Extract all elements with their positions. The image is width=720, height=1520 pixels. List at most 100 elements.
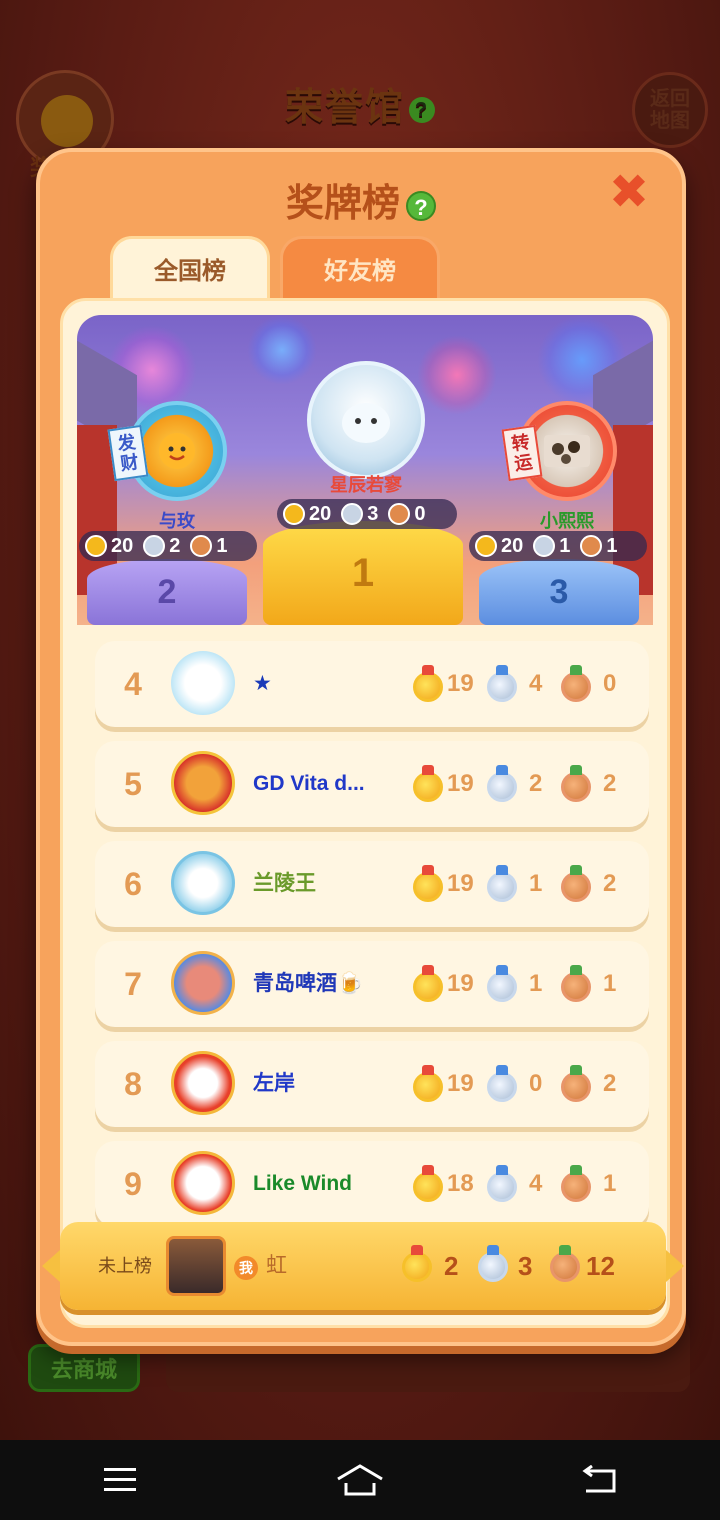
silver-medal-icon — [487, 865, 517, 902]
podium-2-medal-strip: 20 2 1 — [79, 531, 257, 561]
silver-count: 1 — [529, 870, 543, 897]
silver-medal-icon — [478, 1245, 508, 1282]
bronze-count: 2 — [603, 1070, 617, 1097]
my-avatar[interactable] — [166, 1236, 226, 1296]
bronze-medal-icon — [388, 503, 411, 525]
silver-medal-icon — [533, 535, 556, 557]
podium-3-silver: 1 — [559, 534, 571, 557]
silver-count: 4 — [529, 1170, 543, 1197]
gold-medal-icon — [413, 865, 443, 902]
podium-1-name: 星辰若寥 — [330, 475, 402, 495]
podium-1-medal-strip: 20 3 0 — [277, 499, 457, 529]
player-name: 左岸 — [253, 1072, 295, 1095]
bg-hall-title: 荣誉馆? — [0, 76, 720, 131]
leaderboard-panel: 2 1 3 星辰若寥 20 3 0 与玫 20 2 1 小熙熙 20 1 1 发… — [60, 298, 670, 1328]
silver-medal-icon — [487, 1165, 517, 1202]
gold-count: 19 — [447, 670, 474, 697]
player-avatar[interactable] — [171, 1051, 235, 1115]
firework-decoration — [417, 335, 497, 415]
silver-medal-icon — [487, 1065, 517, 1102]
my-gold-count: 2 — [444, 1251, 459, 1281]
gold-medal-icon — [402, 1245, 432, 1282]
silver-medal-icon — [487, 765, 517, 802]
gold-count: 19 — [447, 770, 474, 797]
leaderboard-row-9[interactable]: 9 Like Wind 18 4 1 — [95, 1141, 649, 1227]
podium-2-silver: 2 — [169, 534, 181, 557]
podium-stand-3: 3 — [479, 559, 639, 625]
player-name: 兰陵王 — [253, 872, 316, 895]
rank-number: 4 — [124, 666, 142, 702]
my-bronze-count: 12 — [586, 1251, 615, 1281]
close-icon[interactable]: ✖ — [606, 169, 652, 217]
bronze-medal-icon — [561, 1065, 591, 1102]
home-icon[interactable] — [320, 1450, 400, 1510]
tab-national[interactable]: 全国榜 — [110, 236, 270, 302]
bronze-medal-icon — [561, 1165, 591, 1202]
bronze-medal-icon — [561, 765, 591, 802]
gold-count: 18 — [447, 1170, 474, 1197]
silver-medal-icon — [487, 665, 517, 702]
bronze-count: 2 — [603, 870, 617, 897]
bronze-medal-icon — [561, 865, 591, 902]
rank-number: 7 — [124, 966, 142, 1002]
player-avatar[interactable] — [171, 651, 235, 715]
my-name: 虹 — [266, 1254, 287, 1277]
medal-leaderboard-dialog: 奖牌榜? ✖ 全国榜 好友榜 2 1 3 星辰若寥 20 3 0 与玫 20 2… — [36, 148, 686, 1346]
podium-2-badge: 发财 — [107, 424, 149, 482]
podium-2-name: 与玫 — [159, 511, 195, 531]
gold-medal-icon — [413, 1165, 443, 1202]
silver-medal-icon — [341, 503, 364, 525]
player-avatar[interactable] — [171, 751, 235, 815]
gold-medal-icon — [85, 535, 107, 557]
gold-count: 19 — [447, 870, 474, 897]
menu-icon[interactable] — [80, 1450, 160, 1510]
ghost-avatar-icon — [342, 403, 390, 443]
gold-medal-icon — [413, 765, 443, 802]
leaderboard-row-4[interactable]: 4 ★ 19 4 0 — [95, 641, 649, 727]
help-icon[interactable]: ? — [406, 190, 436, 221]
dialog-title-text: 奖牌榜 — [285, 183, 400, 225]
podium-3-name: 小熙熙 — [540, 511, 594, 531]
podium-scene: 2 1 3 星辰若寥 20 3 0 与玫 20 2 1 小熙熙 20 1 1 发… — [77, 315, 653, 625]
podium-stand-2: 2 — [87, 559, 247, 625]
podium-2-gold: 20 — [111, 534, 134, 557]
leaderboard-row-7[interactable]: 7 青岛啤酒🍺 19 1 1 — [95, 941, 649, 1027]
system-nav-bar — [0, 1440, 720, 1520]
firework-decoration — [247, 315, 317, 385]
my-rank-row[interactable]: 未上榜 我 虹 2 3 12 — [42, 1222, 684, 1310]
bronze-medal-icon — [561, 965, 591, 1002]
rank-number: 5 — [124, 766, 142, 802]
gold-medal-icon — [283, 503, 305, 525]
podium-1-silver: 3 — [367, 502, 379, 525]
player-name: ★ — [253, 672, 272, 695]
bg-back-to-map-button: 返回地图 — [632, 72, 708, 148]
player-avatar[interactable] — [171, 851, 235, 915]
leaderboard-row-5[interactable]: 5 GD Vita d... 19 2 2 — [95, 741, 649, 827]
leaderboard-row-6[interactable]: 6 兰陵王 19 1 2 — [95, 841, 649, 927]
player-name: Like Wind — [253, 1172, 352, 1195]
back-icon[interactable] — [560, 1450, 640, 1510]
sun-avatar-icon — [159, 433, 195, 469]
silver-count: 1 — [529, 970, 543, 997]
bronze-medal-icon — [550, 1245, 580, 1282]
silver-medal-icon — [487, 965, 517, 1002]
gold-count: 19 — [447, 1070, 474, 1097]
silver-count: 0 — [529, 1070, 543, 1097]
bronze-count: 1 — [603, 1170, 617, 1197]
bronze-medal-icon — [561, 665, 591, 702]
podium-1-gold: 20 — [309, 502, 332, 525]
rank-number: 8 — [124, 1066, 142, 1102]
leaderboard-row-8[interactable]: 8 左岸 19 0 2 — [95, 1041, 649, 1127]
bronze-count: 2 — [603, 770, 617, 797]
bronze-count: 0 — [603, 670, 617, 697]
rank-number: 6 — [124, 866, 142, 902]
silver-count: 2 — [529, 770, 543, 797]
player-avatar[interactable] — [171, 951, 235, 1015]
rank-number: 9 — [124, 1166, 142, 1202]
tab-friends[interactable]: 好友榜 — [280, 236, 440, 302]
podium-1-bronze: 0 — [414, 502, 426, 525]
gold-medal-icon — [475, 535, 497, 557]
bronze-medal-icon — [190, 535, 213, 557]
podium-1-avatar[interactable] — [307, 361, 425, 479]
player-avatar[interactable] — [171, 1151, 235, 1215]
